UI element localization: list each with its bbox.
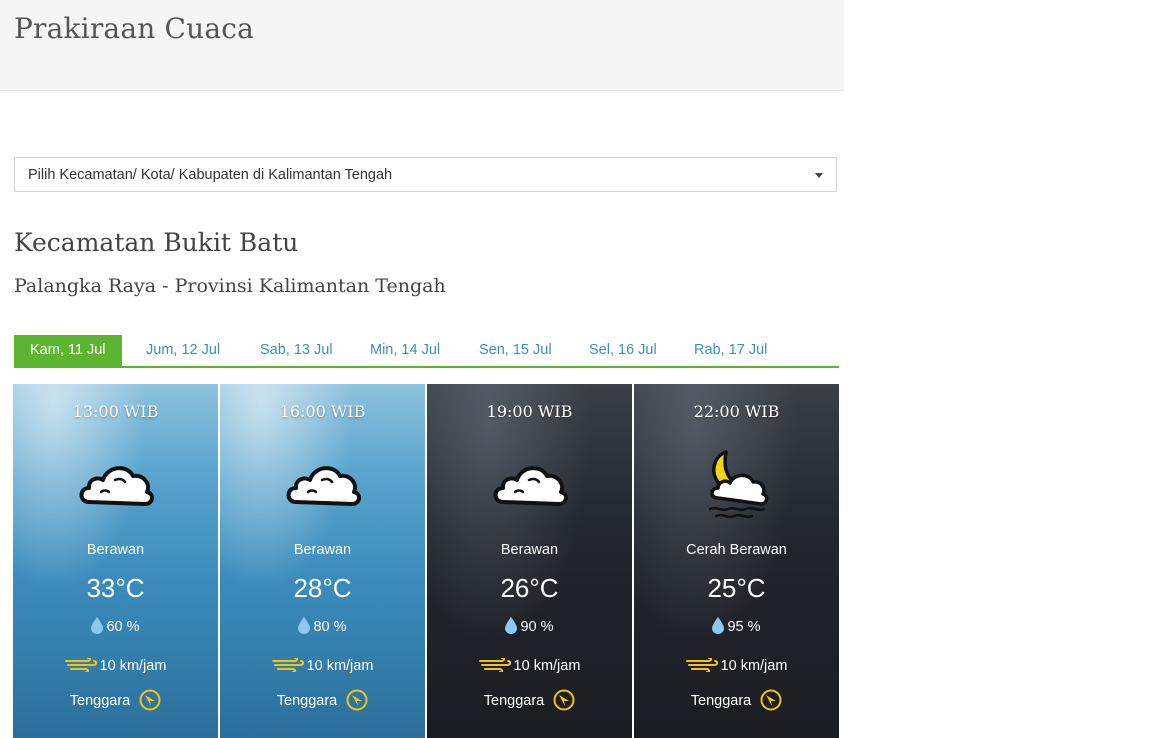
wind-direction-label: Tenggara: [276, 693, 338, 709]
location-select[interactable]: Pilih Kecamatan/ Kota/ Kabupaten di Kali…: [14, 157, 837, 192]
forecast-wind: 10 km/jam: [13, 656, 218, 676]
humidity-drop-icon: [91, 617, 104, 638]
humidity-value: 95 %: [727, 619, 761, 635]
forecast-wind-direction: Tenggara: [13, 689, 218, 715]
location-title: Kecamatan Bukit Batu: [14, 228, 299, 257]
forecast-humidity: 95 %: [634, 617, 839, 638]
forecast-wind-direction: Tenggara: [220, 689, 425, 715]
forecast-condition: Berawan: [86, 542, 145, 558]
compass-arrow-icon: [553, 689, 575, 715]
forecast-condition: Berawan: [500, 542, 559, 558]
forecast-time: 22:00 WIB: [693, 402, 780, 421]
forecast-card: 19:00 WIB Berawan 26°C 90 % 10 km/jam Te…: [427, 384, 632, 738]
tab-day-5[interactable]: Sen, 15 Jul: [479, 335, 552, 366]
compass-arrow-icon: [346, 689, 368, 715]
forecast-condition: Cerah Berawan: [686, 542, 787, 558]
forecast-humidity: 60 %: [13, 617, 218, 638]
humidity-drop-icon: [298, 617, 311, 638]
forecast-card: 22:00 WIB Cerah Berawan 25°C 95 % 10 km/…: [634, 384, 839, 738]
tab-day-4[interactable]: Min, 14 Jul: [370, 335, 440, 366]
wind-direction-label: Tenggara: [483, 693, 545, 709]
tab-day-3[interactable]: Sab, 13 Jul: [260, 335, 333, 366]
cloud-icon: [489, 446, 571, 520]
cloud-icon: [75, 446, 157, 520]
forecast-time: 13:00 WIB: [72, 402, 159, 421]
forecast-cards: 13:00 WIB Berawan 33°C 60 % 10 km/jam Te…: [13, 384, 839, 738]
location-subtitle: Palangka Raya - Provinsi Kalimantan Teng…: [14, 275, 446, 297]
forecast-temperature: 25°C: [707, 573, 766, 603]
wind-direction-label: Tenggara: [690, 693, 752, 709]
wind-speed: 10 km/jam: [513, 658, 581, 674]
wind-speed: 10 km/jam: [720, 658, 788, 674]
tab-day-2[interactable]: Jum, 12 Jul: [146, 335, 220, 366]
forecast-wind: 10 km/jam: [427, 656, 632, 676]
wind-direction-label: Tenggara: [69, 693, 131, 709]
humidity-drop-icon: [505, 617, 518, 638]
forecast-condition: Berawan: [293, 542, 352, 558]
date-tabs: Kam, 11 Jul Jum, 12 Jul Sab, 13 Jul Min,…: [14, 335, 839, 368]
humidity-drop-icon: [712, 617, 725, 638]
wind-icon: [271, 656, 304, 676]
forecast-wind: 10 km/jam: [220, 656, 425, 676]
forecast-temperature: 28°C: [293, 573, 352, 603]
tab-day-1[interactable]: Kam, 11 Jul: [14, 335, 122, 366]
tab-day-6[interactable]: Sel, 16 Jul: [589, 335, 657, 366]
moon-cloud-icon: [696, 446, 778, 520]
forecast-temperature: 26°C: [500, 573, 559, 603]
wind-speed: 10 km/jam: [99, 658, 167, 674]
chevron-down-icon: [815, 173, 823, 178]
wind-speed: 10 km/jam: [306, 658, 374, 674]
tab-day-7[interactable]: Rab, 17 Jul: [694, 335, 767, 366]
location-select-value: Pilih Kecamatan/ Kota/ Kabupaten di Kali…: [28, 167, 393, 183]
page-header: Prakiraan Cuaca: [0, 0, 844, 91]
forecast-card: 16:00 WIB Berawan 28°C 80 % 10 km/jam Te…: [220, 384, 425, 738]
forecast-time: 19:00 WIB: [486, 402, 573, 421]
compass-arrow-icon: [760, 689, 782, 715]
wind-icon: [64, 656, 97, 676]
forecast-wind-direction: Tenggara: [427, 689, 632, 715]
compass-arrow-icon: [139, 689, 161, 715]
wind-icon: [478, 656, 511, 676]
forecast-humidity: 90 %: [427, 617, 632, 638]
forecast-wind-direction: Tenggara: [634, 689, 839, 715]
wind-icon: [685, 656, 718, 676]
humidity-value: 90 %: [520, 619, 554, 635]
forecast-temperature: 33°C: [86, 573, 145, 603]
cloud-icon: [282, 446, 364, 520]
forecast-card: 13:00 WIB Berawan 33°C 60 % 10 km/jam Te…: [13, 384, 218, 738]
forecast-wind: 10 km/jam: [634, 656, 839, 676]
humidity-value: 60 %: [106, 619, 140, 635]
forecast-humidity: 80 %: [220, 617, 425, 638]
page-title: Prakiraan Cuaca: [14, 12, 255, 45]
forecast-time: 16:00 WIB: [279, 402, 366, 421]
humidity-value: 80 %: [313, 619, 347, 635]
